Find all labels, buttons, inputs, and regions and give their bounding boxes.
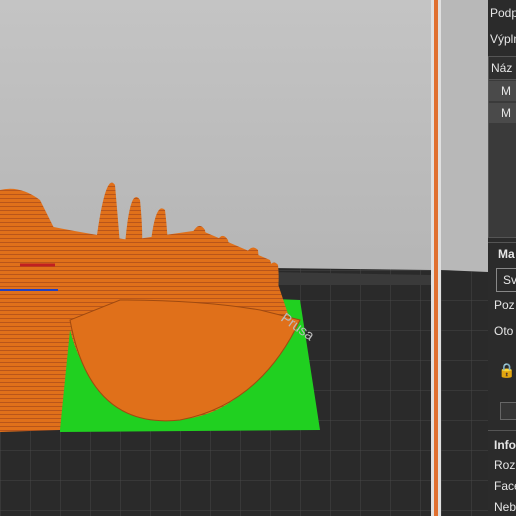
viewport-divider[interactable]	[431, 0, 441, 516]
list-item[interactable]: M	[489, 81, 516, 101]
lock-icon[interactable]: 🔒	[498, 362, 515, 379]
info-header: Info	[494, 438, 516, 452]
object-list[interactable]: Náz M M	[488, 56, 516, 238]
3d-viewport-right[interactable]	[441, 0, 488, 516]
info-errors-label: Neb	[494, 500, 516, 514]
right-panel: Podp Výpln Náz M M Ma Sv Poz Oto 🔒 Info …	[488, 0, 516, 516]
supports-label: Podp	[490, 6, 516, 20]
list-header-name[interactable]: Náz	[491, 61, 512, 75]
info-facets-label: Face	[494, 479, 516, 493]
position-label: Poz	[494, 298, 515, 312]
manipulation-header: Ma	[498, 247, 515, 261]
reset-button[interactable]	[500, 402, 516, 420]
info-size-label: Rozm	[494, 458, 516, 472]
infill-label: Výpln	[490, 32, 516, 46]
coordinate-select[interactable]: Sv	[496, 268, 516, 292]
list-item[interactable]: M	[489, 103, 516, 123]
scene-render: Prusa	[0, 0, 431, 516]
rotation-label: Oto	[494, 324, 514, 338]
3d-viewport[interactable]: Prusa	[0, 0, 431, 516]
